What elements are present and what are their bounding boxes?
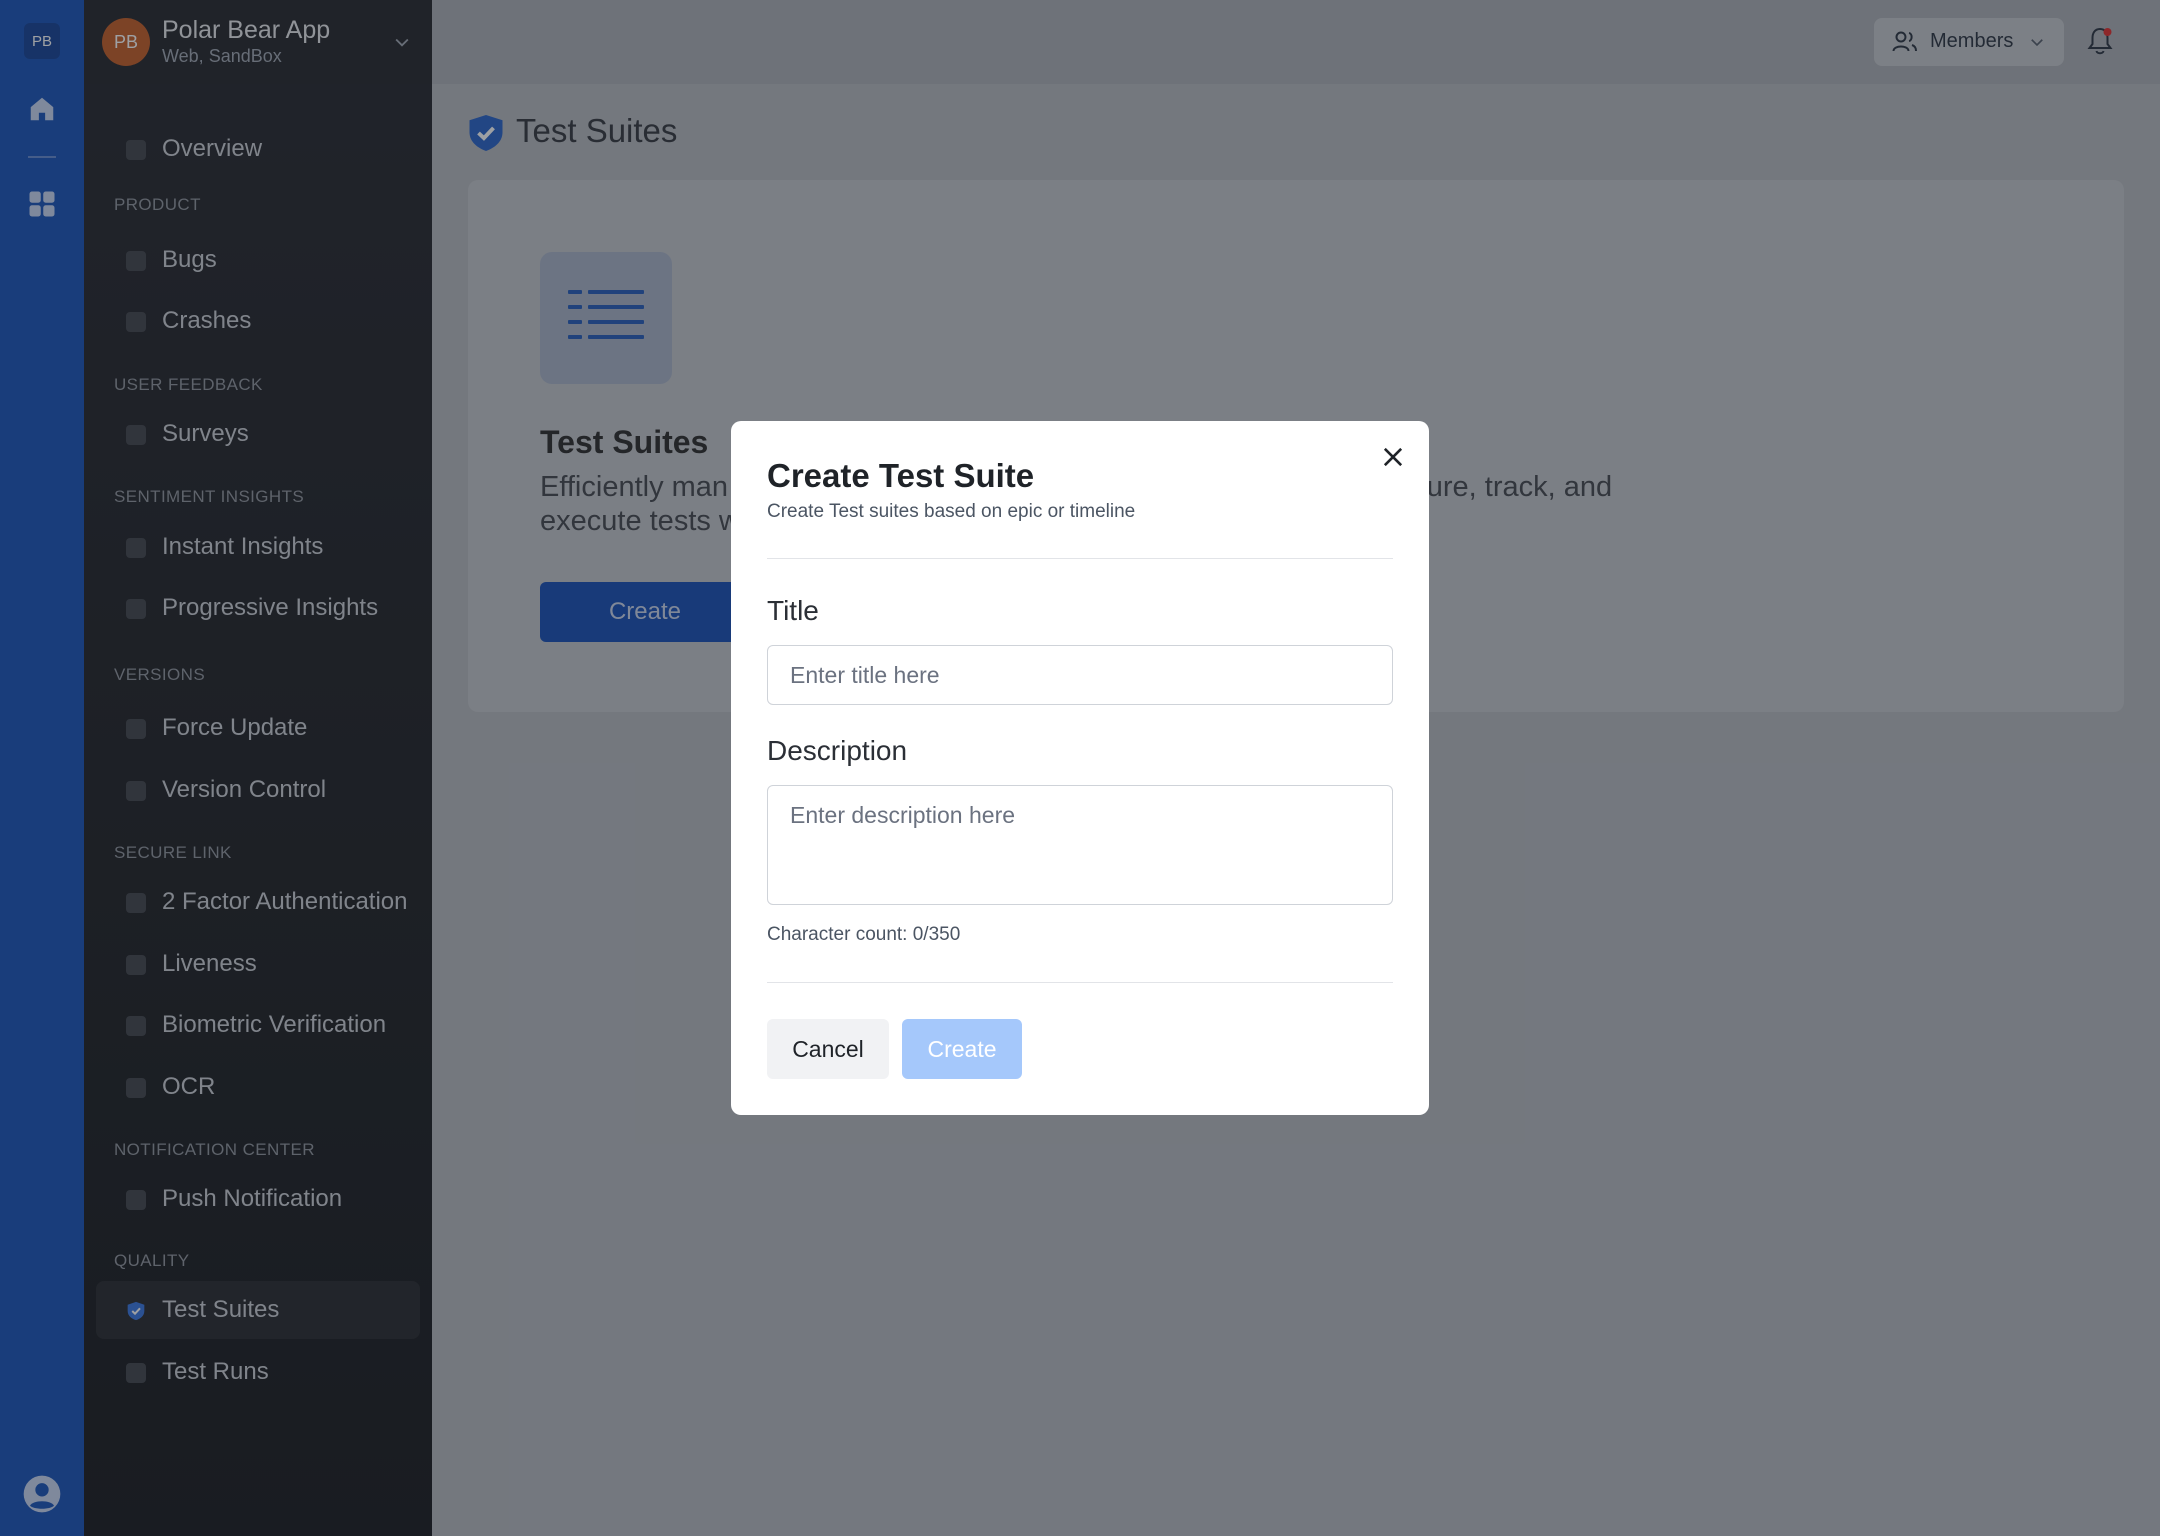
create-button[interactable]: Create bbox=[902, 1019, 1022, 1079]
cancel-button[interactable]: Cancel bbox=[767, 1019, 889, 1079]
description-textarea[interactable] bbox=[767, 785, 1393, 905]
modal-subtitle: Create Test suites based on epic or time… bbox=[767, 501, 1136, 522]
divider bbox=[767, 558, 1393, 559]
modal-title: Create Test Suite bbox=[767, 457, 1035, 494]
character-count: Character count: 0/350 bbox=[767, 924, 961, 945]
title-label: Title bbox=[767, 595, 819, 626]
create-test-suite-modal: Create Test Suite Create Test suites bas… bbox=[731, 421, 1429, 1115]
title-input[interactable] bbox=[767, 645, 1393, 705]
divider bbox=[767, 982, 1393, 983]
description-label: Description bbox=[767, 735, 908, 766]
close-icon[interactable] bbox=[1379, 443, 1407, 471]
